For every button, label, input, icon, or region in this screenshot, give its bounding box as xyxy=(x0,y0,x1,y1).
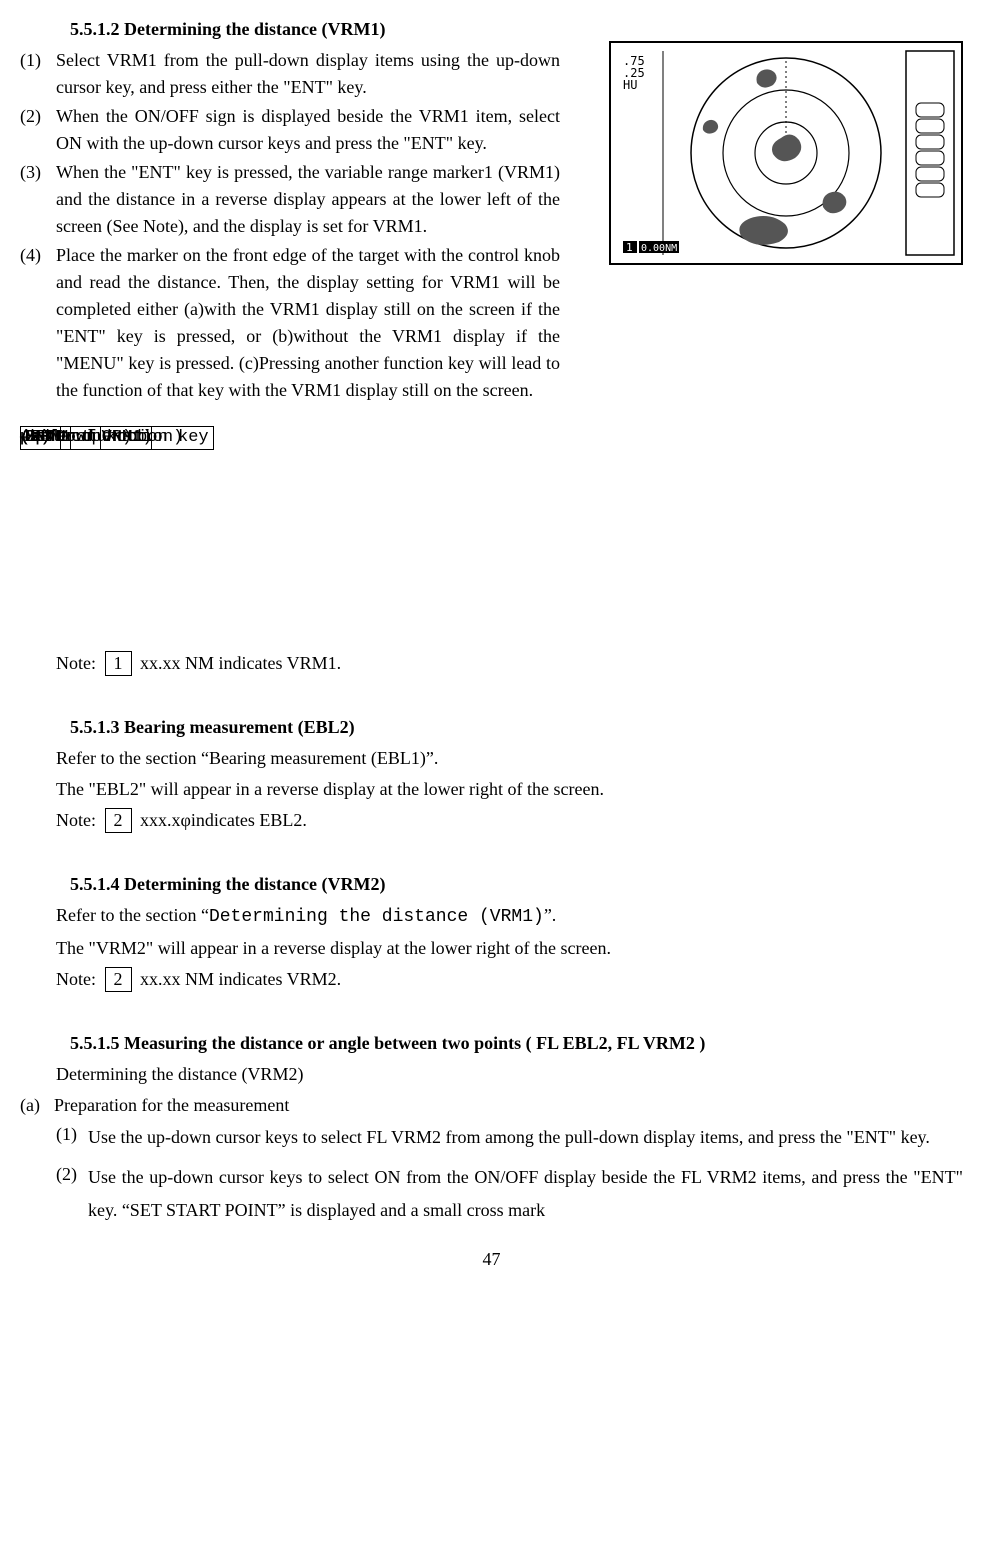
step-row: (2) When the ON/OFF sign is displayed be… xyxy=(20,103,560,157)
flow-label-c: (c) xyxy=(20,422,51,454)
step-number: (2) xyxy=(20,103,56,157)
body-text: The "VRM2" will appear in a reverse disp… xyxy=(56,935,963,962)
note-text: xx.xx NM indicates VRM2. xyxy=(140,969,341,989)
note-text: xxx.xφindicates EBL2. xyxy=(140,810,307,830)
heading-5515: 5.5.1.5 Measuring the distance or angle … xyxy=(70,1030,963,1057)
step-text: Select VRM1 from the pull-down display i… xyxy=(56,47,560,101)
radar-illustration: .75 .25 HU 1 0.00NM xyxy=(609,41,963,265)
step-text: When the "ENT" key is pressed, the varia… xyxy=(56,159,560,240)
note-box-2: 2 xyxy=(105,808,132,833)
flow-diagram: Up/Down → ENT → Up/Down → ENT → Control … xyxy=(20,422,963,632)
note-vrm2: Note: 2 xx.xx NM indicates VRM2. xyxy=(56,966,963,993)
sub-step-row: (1) Use the up-down cursor keys to selec… xyxy=(56,1121,963,1153)
heading-5512: 5.5.1.2 Determining the distance (VRM1) xyxy=(70,16,963,43)
page-number: 47 xyxy=(20,1246,963,1273)
step-text: Use the up-down cursor keys to select FL… xyxy=(88,1121,963,1153)
step-row: (3) When the "ENT" key is pressed, the v… xyxy=(20,159,560,240)
radar-vrm-index: 1 xyxy=(626,241,633,254)
step-text: Preparation for the measurement xyxy=(54,1092,963,1119)
step-number: (1) xyxy=(56,1121,88,1153)
step-text: Use the up-down cursor keys to select ON… xyxy=(88,1161,963,1226)
heading-5513: 5.5.1.3 Bearing measurement (EBL2) xyxy=(70,714,963,741)
step-number: (a) xyxy=(20,1092,54,1119)
note-ebl2: Note: 2 xxx.xφindicates EBL2. xyxy=(56,807,963,834)
step-row: (a) Preparation for the measurement xyxy=(20,1092,963,1119)
subtitle: Determining the distance (VRM2) xyxy=(56,1061,963,1088)
step-number: (4) xyxy=(20,242,56,404)
page-content: 5.5.1.2 Determining the distance (VRM1) … xyxy=(20,16,963,404)
note-box-1: 1 xyxy=(105,651,132,676)
step-text: Place the marker on the front edge of th… xyxy=(56,242,560,404)
radar-hu: HU xyxy=(623,78,637,92)
body-text: The "EBL2" will appear in a reverse disp… xyxy=(56,776,963,803)
radar-distance: 0.00NM xyxy=(641,243,677,254)
step-row: (1) Select VRM1 from the pull-down displ… xyxy=(20,47,560,101)
step-number: (3) xyxy=(20,159,56,240)
left-text-column: (1) Select VRM1 from the pull-down displ… xyxy=(20,47,560,404)
step-number: (1) xyxy=(20,47,56,101)
monospace-ref: Determining the distance (VRM1) xyxy=(209,907,544,927)
body-text: Refer to the section “Bearing measuremen… xyxy=(56,745,963,772)
note-label: Note: xyxy=(56,653,96,673)
heading-5514: 5.5.1.4 Determining the distance (VRM2) xyxy=(70,871,963,898)
step-text: When the ON/OFF sign is displayed beside… xyxy=(56,103,560,157)
note-text: xx.xx NM indicates VRM1. xyxy=(140,653,341,673)
sub-step-row: (2) Use the up-down cursor keys to selec… xyxy=(56,1161,963,1226)
note-box-2: 2 xyxy=(105,967,132,992)
body-text: Refer to the section “Determining the di… xyxy=(56,902,963,931)
step-row: (4) Place the marker on the front edge o… xyxy=(20,242,560,404)
note-label: Note: xyxy=(56,810,96,830)
step-number: (2) xyxy=(56,1161,88,1226)
note-label: Note: xyxy=(56,969,96,989)
note-vrm1: Note: 1 xx.xx NM indicates VRM1. xyxy=(56,650,963,677)
